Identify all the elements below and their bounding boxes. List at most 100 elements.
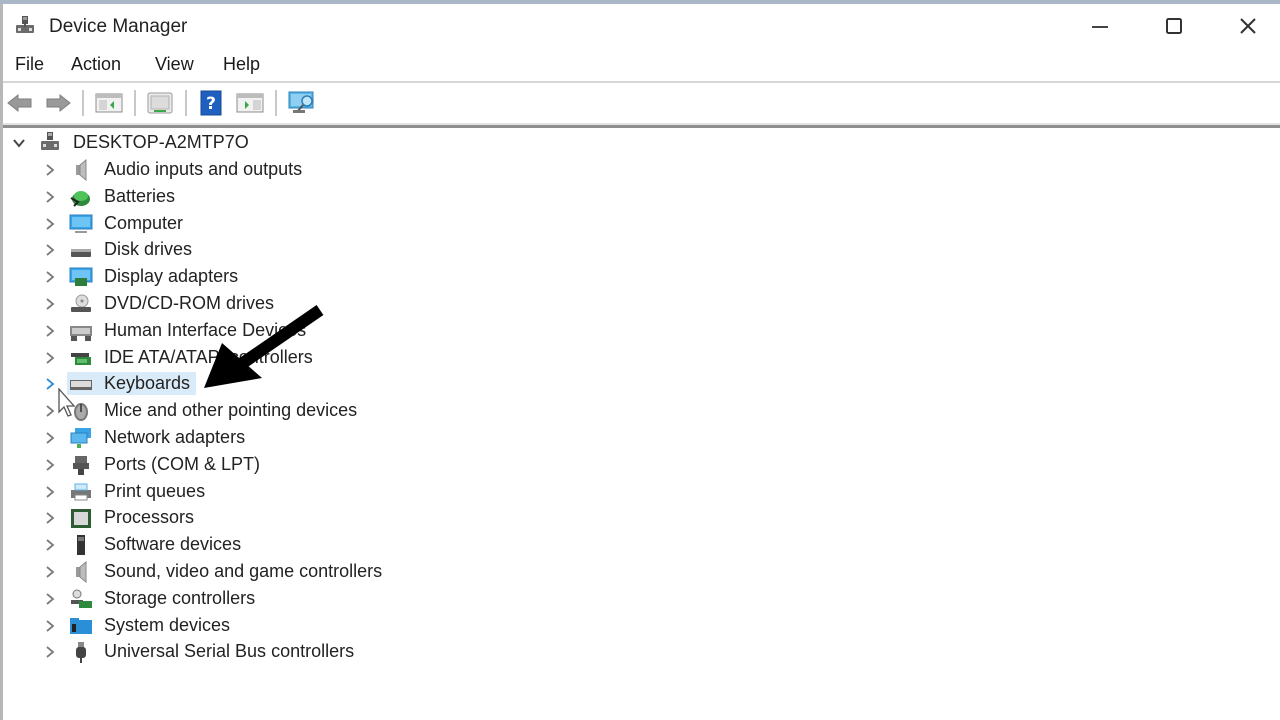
scan-hardware-button[interactable]: [287, 89, 317, 117]
tree-node-print-queues[interactable]: Print queues: [3, 479, 603, 505]
toolbar: ?: [3, 83, 1280, 123]
menu-help[interactable]: Help: [223, 54, 260, 75]
ide-controller-icon: [69, 347, 93, 369]
chevron-right-icon[interactable]: [43, 458, 57, 472]
tree-node-label: Processors: [104, 507, 195, 528]
tree-node-sound-video-and-game-controllers[interactable]: Sound, video and game controllers: [3, 559, 603, 585]
properties-button[interactable]: [145, 89, 175, 117]
tree-node-storage-controllers[interactable]: Storage controllers: [3, 586, 603, 612]
tree-node-keyboards[interactable]: Keyboards: [3, 371, 603, 397]
tree-node-human-interface-devices[interactable]: Human Interface Devices: [3, 318, 603, 344]
minimize-button[interactable]: [1063, 4, 1137, 48]
tree-node-label: Display adapters: [104, 266, 239, 287]
tree-node-label: IDE ATA/ATAPI controllers: [104, 346, 313, 367]
chevron-right-icon[interactable]: [43, 592, 57, 606]
back-button[interactable]: [5, 89, 35, 117]
maximize-icon: [1166, 18, 1182, 34]
chevron-right-icon[interactable]: [43, 243, 57, 257]
speaker-icon: [69, 159, 93, 181]
chevron-right-icon[interactable]: [43, 619, 57, 633]
tree-root-label: DESKTOP-A2MTP7O: [73, 132, 249, 152]
show-action-pane-button[interactable]: [235, 89, 265, 117]
monitor-icon: [69, 213, 93, 235]
dvd-drive-icon: [69, 293, 93, 315]
toolbar-separator: [82, 90, 84, 116]
tree-node-label: Sound, video and game controllers: [104, 561, 383, 581]
software-device-icon: [69, 534, 93, 556]
battery-icon: [69, 186, 93, 208]
tree-node-label: Mice and other pointing devices: [104, 400, 358, 421]
minimize-icon: [1092, 26, 1108, 28]
tree-node-ide-ata-atapi-controllers[interactable]: IDE ATA/ATAPI controllers: [3, 345, 603, 371]
chevron-right-icon[interactable]: [43, 351, 57, 365]
tree-node-audio-inputs-and-outputs[interactable]: Audio inputs and outputs: [3, 157, 603, 183]
help-icon: ?: [200, 90, 222, 116]
tree-root-node[interactable]: DESKTOP-A2MTP7O: [3, 130, 603, 156]
tree-node-label: Batteries: [104, 185, 176, 206]
close-icon: [1240, 18, 1256, 34]
tree-node-batteries[interactable]: Batteries: [3, 184, 603, 210]
window-title: Device Manager: [49, 16, 188, 37]
chevron-right-icon[interactable]: [43, 297, 57, 311]
computer-root-icon: [38, 132, 62, 154]
usb-icon: [69, 641, 93, 664]
processor-icon: [69, 507, 93, 529]
show-hide-console-tree-button[interactable]: [94, 89, 124, 117]
menu-file[interactable]: File: [15, 54, 44, 75]
sound-controller-icon: [69, 561, 93, 583]
back-arrow-icon: [7, 93, 32, 113]
close-button[interactable]: [1211, 4, 1280, 48]
chevron-right-icon[interactable]: [43, 324, 57, 338]
properties-icon: [147, 92, 173, 114]
tree-node-ports-com-lpt[interactable]: Ports (COM & LPT): [3, 452, 603, 478]
maximize-button[interactable]: [1137, 4, 1211, 48]
tree-node-computer[interactable]: Computer: [3, 211, 603, 237]
tree-node-label: Computer: [104, 212, 184, 233]
menu-action[interactable]: Action: [71, 54, 121, 75]
tree-node-label: Ports (COM & LPT): [104, 453, 261, 474]
tree-node-label: Network adapters: [104, 427, 246, 447]
tree-node-label: Disk drives: [104, 239, 193, 260]
tree-node-label: Print queues: [104, 480, 206, 501]
chevron-right-icon[interactable]: [43, 431, 57, 445]
chevron-right-icon[interactable]: [43, 485, 57, 499]
chevron-right-icon[interactable]: [43, 511, 57, 525]
scan-hardware-icon: [288, 91, 314, 113]
help-button[interactable]: ?: [196, 89, 226, 117]
tree-node-processors[interactable]: Processors: [3, 505, 603, 531]
system-devices-icon: [69, 615, 93, 637]
chevron-down-icon[interactable]: [12, 136, 26, 150]
device-tree: DESKTOP-A2MTP7O Audio inputs and outputs…: [3, 128, 1280, 720]
chevron-right-icon[interactable]: [43, 270, 57, 284]
storage-controller-icon: [69, 588, 93, 610]
chevron-right-icon[interactable]: [43, 404, 57, 418]
tree-node-universal-serial-bus-controllers[interactable]: Universal Serial Bus controllers: [3, 639, 603, 665]
tree-node-display-adapters[interactable]: Display adapters: [3, 264, 603, 290]
menu-view[interactable]: View: [155, 54, 194, 75]
tree-node-software-devices[interactable]: Software devices: [3, 532, 603, 558]
tree-node-label: Storage controllers: [104, 587, 256, 608]
tree-node-network-adapters[interactable]: Network adapters: [3, 425, 603, 451]
chevron-right-icon[interactable]: [43, 645, 57, 659]
tree-node-label: System devices: [104, 614, 231, 635]
mouse-cursor-icon: [58, 388, 76, 417]
chevron-right-icon[interactable]: [43, 538, 57, 552]
tree-node-system-devices[interactable]: System devices: [3, 613, 603, 639]
tree-node-disk-drives[interactable]: Disk drives: [3, 237, 603, 263]
network-adapter-icon: [69, 427, 93, 449]
chevron-right-icon[interactable]: [43, 163, 57, 177]
tree-node-label: Software devices: [104, 534, 242, 555]
title-bar[interactable]: Device Manager: [3, 4, 1280, 48]
tree-node-mice-and-other-pointing-devices[interactable]: Mice and other pointing devices: [3, 398, 603, 424]
chevron-right-icon[interactable]: [43, 217, 57, 231]
forward-button[interactable]: [43, 89, 73, 117]
hid-icon: [69, 320, 93, 342]
display-adapter-icon: [69, 266, 93, 288]
menu-bar: File Action View Help: [3, 48, 1280, 82]
chevron-right-icon[interactable]: [43, 377, 57, 391]
tree-node-dvd-cd-rom-drives[interactable]: DVD/CD-ROM drives: [3, 291, 603, 317]
tree-node-label: Universal Serial Bus controllers: [104, 641, 355, 662]
chevron-right-icon[interactable]: [43, 565, 57, 579]
chevron-right-icon[interactable]: [43, 190, 57, 204]
disk-drive-icon: [69, 239, 93, 261]
